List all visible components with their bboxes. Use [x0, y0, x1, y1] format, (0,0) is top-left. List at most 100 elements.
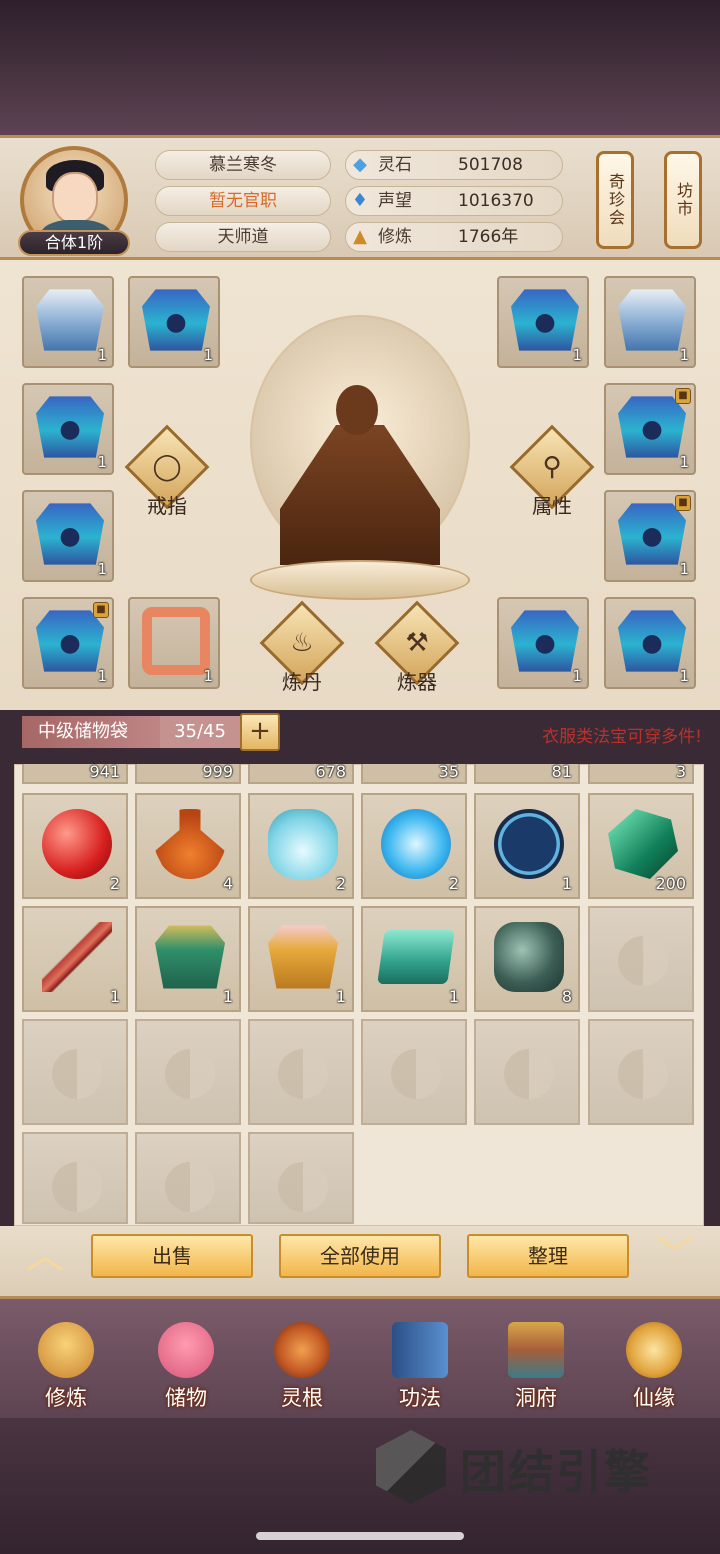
yin-yang-icon — [165, 1162, 215, 1212]
item-count: 678 — [315, 762, 346, 781]
empty-slot[interactable] — [248, 1132, 354, 1224]
empty-slot[interactable] — [588, 906, 694, 1012]
engine-watermark: 团结引擎 — [376, 1430, 676, 1510]
list-item[interactable]: 1 — [474, 793, 580, 899]
gourd-icon — [155, 809, 225, 879]
equip-slot-right-2[interactable]: 1 — [604, 276, 696, 368]
equip-slot-ring[interactable]: 1 — [128, 597, 220, 689]
ring-icon: ◯ — [152, 452, 182, 482]
prestige-icon: ♦ — [351, 190, 369, 211]
dagger-icon — [42, 922, 112, 992]
item-count: 200 — [655, 874, 686, 893]
market-button[interactable]: 坊市 — [664, 151, 702, 249]
scroll-down-button[interactable]: ﹀ — [646, 1236, 704, 1274]
nav-label: 洞府 — [515, 1386, 557, 1410]
use-all-button[interactable]: 全部使用 — [279, 1234, 441, 1278]
list-item[interactable]: 200 — [588, 793, 694, 899]
list-item[interactable]: 8 — [474, 906, 580, 1012]
item-count: 2 — [109, 874, 120, 893]
slot-count: 1 — [679, 667, 689, 685]
empty-slot[interactable] — [588, 1019, 694, 1125]
cultivation-icon: ▲ — [353, 226, 367, 247]
slot-count: 1 — [97, 453, 107, 471]
empty-slot[interactable] — [248, 1019, 354, 1125]
list-item[interactable]: 1 — [135, 906, 241, 1012]
list-item[interactable]: 941 — [22, 762, 128, 784]
armor-icon — [511, 289, 579, 351]
equip-slot-right-1[interactable]: 1 — [497, 276, 589, 368]
nav-technique[interactable]: 功法 — [370, 1322, 470, 1414]
list-item[interactable]: 1 — [361, 906, 467, 1012]
equip-slot-right-5[interactable]: 1 — [497, 597, 589, 689]
lock-icon: ■ — [93, 602, 109, 618]
list-item[interactable]: 35 — [361, 762, 467, 784]
treasure-fair-button[interactable]: 奇珍会 — [596, 151, 634, 249]
equip-slot-left-4[interactable]: 1 — [22, 490, 114, 582]
nav-label: 修炼 — [45, 1386, 87, 1410]
nav-spirit-root[interactable]: 灵根 — [252, 1322, 352, 1414]
home-indicator[interactable] — [256, 1532, 464, 1540]
jade-box-icon — [377, 930, 455, 984]
expand-bag-button[interactable]: + — [240, 713, 280, 751]
slot-count: 1 — [97, 346, 107, 364]
sort-button[interactable]: 整理 — [467, 1234, 629, 1278]
equip-slot-right-3[interactable]: ■ 1 — [604, 383, 696, 475]
avatar-face — [52, 172, 98, 224]
yin-yang-icon — [165, 1049, 215, 1099]
nav-label: 仙缘 — [633, 1386, 675, 1410]
equip-slot-left-5[interactable]: ■ 1 — [22, 597, 114, 689]
equip-slot-right-6[interactable]: 1 — [604, 597, 696, 689]
list-item[interactable]: 2 — [361, 793, 467, 899]
bag-name: 中级储物袋 — [22, 716, 172, 748]
list-item[interactable]: 999 — [135, 762, 241, 784]
nav-cultivate[interactable]: 修炼 — [16, 1322, 116, 1414]
slot-count: 1 — [97, 667, 107, 685]
stat-label: 修炼 — [378, 227, 412, 247]
empty-slot[interactable] — [135, 1132, 241, 1224]
nav-cave-mansion[interactable]: 洞府 — [486, 1322, 586, 1414]
empty-slot[interactable] — [22, 1132, 128, 1224]
nav-label: 储物 — [165, 1386, 207, 1410]
item-count: 1 — [222, 987, 233, 1006]
stat-value: 1766年 — [458, 227, 519, 247]
ring-label: 戒指 — [147, 494, 187, 518]
yin-yang-icon — [618, 1049, 668, 1099]
potion-icon — [268, 809, 338, 879]
empty-slot[interactable] — [361, 1019, 467, 1125]
equip-slot-right-4[interactable]: ■ 1 — [604, 490, 696, 582]
list-item[interactable]: 1 — [248, 906, 354, 1012]
nav-fortune[interactable]: 仙缘 — [604, 1322, 704, 1414]
list-item[interactable]: 1 — [22, 906, 128, 1012]
equip-slot-left-1[interactable]: 1 — [22, 276, 114, 368]
list-item[interactable]: 81 — [474, 762, 580, 784]
list-item[interactable]: 2 — [22, 793, 128, 899]
scroll-up-button[interactable]: ︿ — [16, 1236, 74, 1274]
item-count: 8 — [561, 987, 572, 1006]
empty-slot[interactable] — [474, 1019, 580, 1125]
item-count: 941 — [89, 762, 120, 781]
slot-count: 1 — [203, 346, 213, 364]
list-item[interactable]: 2 — [248, 793, 354, 899]
sell-button[interactable]: 出售 — [91, 1234, 253, 1278]
list-item[interactable]: 3 — [588, 762, 694, 784]
empty-slot[interactable] — [22, 1019, 128, 1125]
equip-slot-left-3[interactable]: 1 — [22, 383, 114, 475]
spirit-stone-icon: ◆ — [353, 154, 367, 175]
green-crystal-icon — [608, 809, 678, 879]
slot-count: 1 — [679, 453, 689, 471]
empty-slot[interactable] — [135, 1019, 241, 1125]
stat-prestige: ♦ 声望 1016370 — [345, 186, 563, 216]
red-orb-icon — [42, 809, 112, 879]
engine-logo-icon — [376, 1430, 446, 1504]
list-item[interactable]: 4 — [135, 793, 241, 899]
stat-spirit-stone: ◆ 灵石 501708 — [345, 150, 563, 180]
fortune-icon — [626, 1322, 682, 1378]
cultivate-icon — [38, 1322, 94, 1378]
item-count: 1 — [561, 874, 572, 893]
item-count: 81 — [551, 762, 572, 781]
equip-slot-left-2[interactable]: 1 — [128, 276, 220, 368]
list-item[interactable]: 678 — [248, 762, 354, 784]
nav-storage[interactable]: 储物 — [136, 1322, 236, 1414]
meditation-pedestal — [250, 560, 470, 600]
yin-yang-icon — [52, 1049, 102, 1099]
